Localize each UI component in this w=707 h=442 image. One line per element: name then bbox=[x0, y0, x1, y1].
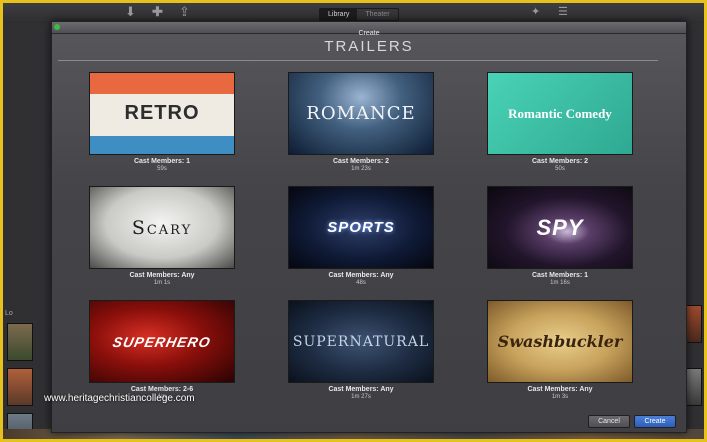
trailer-tile-romance[interactable]: ROMANCE Cast Members: 2 1m 23s bbox=[288, 72, 434, 173]
tab-theater[interactable]: Theater bbox=[357, 9, 397, 20]
trailer-duration: 59s bbox=[157, 166, 167, 172]
trailer-cast-members: Cast Members: 2 bbox=[332, 158, 390, 165]
trailer-cast-members: Cast Members: Any bbox=[328, 272, 394, 279]
trailer-thumbnail[interactable]: RETRO bbox=[89, 72, 235, 155]
library-section-label: Lo bbox=[5, 310, 13, 317]
trailer-thumbnail[interactable]: Swashbuckler bbox=[487, 300, 633, 383]
trailer-thumbnail[interactable]: ROMANCE bbox=[288, 72, 434, 155]
trailer-cast-members: Cast Members: Any bbox=[328, 386, 394, 393]
trailer-tile-sports[interactable]: SPORTS Cast Members: Any 48s bbox=[288, 186, 434, 287]
clip-thumbnail[interactable] bbox=[7, 368, 33, 406]
trailer-thumbnail[interactable]: SUPERHERO bbox=[89, 300, 235, 383]
app-toolbar: ⬇ ✚ ⇪ Library Theater ✦ ☰ bbox=[3, 3, 704, 23]
trailer-cast-members: Cast Members: 1 bbox=[531, 272, 589, 279]
trailer-thumbnail[interactable]: Romantic Comedy bbox=[487, 72, 633, 155]
library-theater-toggle[interactable]: Library Theater bbox=[319, 8, 399, 21]
library-sidebar-background: Lo bbox=[3, 23, 51, 439]
trailer-title: Scary bbox=[131, 216, 193, 239]
trailer-cast-members: Cast Members: 2 bbox=[531, 158, 589, 165]
trailer-cast-members: Cast Members: Any bbox=[527, 386, 593, 393]
import-icon[interactable]: ⬇ bbox=[125, 5, 136, 19]
trailer-duration: 48s bbox=[356, 280, 366, 286]
tab-library[interactable]: Library bbox=[320, 9, 358, 20]
trailer-title: SPORTS bbox=[327, 219, 395, 236]
trailer-tile-retro[interactable]: RETRO Cast Members: 1 59s bbox=[89, 72, 235, 173]
trailer-duration: 1m 1s bbox=[153, 280, 171, 286]
create-button[interactable]: Create bbox=[634, 415, 676, 428]
trailer-thumbnail[interactable]: SUPERNATURAL bbox=[288, 300, 434, 383]
trailer-duration: 1m 27s bbox=[351, 394, 371, 400]
heading-divider bbox=[58, 60, 658, 61]
trailer-title: Romantic Comedy bbox=[508, 105, 612, 121]
trailer-thumbnail[interactable]: SPY bbox=[487, 186, 633, 269]
trailer-title: ROMANCE bbox=[306, 103, 416, 124]
trailer-cast-members: Cast Members: Any bbox=[129, 272, 195, 279]
trailer-tile-scary[interactable]: Scary Cast Members: Any 1m 1s bbox=[89, 186, 235, 287]
trailer-duration: 1m 16s bbox=[550, 280, 570, 286]
adjustments-icon[interactable]: ☰ bbox=[558, 5, 568, 19]
trailer-cast-members: Cast Members: 1 bbox=[133, 158, 191, 165]
clip-thumbnail[interactable] bbox=[7, 323, 33, 361]
trailer-duration: 1m 23s bbox=[351, 166, 371, 172]
trailer-thumbnail[interactable]: SPORTS bbox=[288, 186, 434, 269]
window-zoom-button[interactable] bbox=[54, 24, 60, 30]
trailer-duration: 50s bbox=[555, 166, 565, 172]
trailer-title: Swashbuckler bbox=[497, 332, 623, 351]
trailer-tile-spy[interactable]: SPY Cast Members: 1 1m 16s bbox=[487, 186, 633, 287]
trailer-title: RETRO bbox=[124, 102, 200, 124]
trailer-tile-romantic-comedy[interactable]: Romantic Comedy Cast Members: 2 50s bbox=[487, 72, 633, 173]
trailer-tile-swashbuckler[interactable]: Swashbuckler Cast Members: Any 1m 3s bbox=[487, 300, 633, 401]
trailer-duration: 1m 3s bbox=[551, 394, 569, 400]
trailer-tile-supernatural[interactable]: SUPERNATURAL Cast Members: Any 1m 27s bbox=[288, 300, 434, 401]
trailer-thumbnail[interactable]: Scary bbox=[89, 186, 235, 269]
dialog-titlebar: Create bbox=[52, 22, 686, 37]
cancel-button[interactable]: Cancel bbox=[588, 415, 630, 428]
trailer-title: SUPERHERO bbox=[111, 333, 213, 350]
app-window: ⬇ ✚ ⇪ Library Theater ✦ ☰ Lo Create TRAI… bbox=[3, 3, 704, 439]
dialog-title: Create bbox=[358, 30, 380, 37]
trailer-title: SPY bbox=[536, 214, 584, 240]
trailer-title: SUPERNATURAL bbox=[292, 333, 430, 350]
trailer-tile-superhero[interactable]: SUPERHERO Cast Members: 2-6 1m bbox=[89, 300, 235, 401]
trailers-heading: TRAILERS bbox=[324, 38, 414, 55]
magic-wand-icon[interactable]: ✦ bbox=[531, 5, 540, 19]
create-dialog: Create TRAILERS RETRO Cast Members: 1 59… bbox=[51, 21, 687, 433]
share-icon[interactable]: ⇪ bbox=[179, 5, 190, 19]
add-icon[interactable]: ✚ bbox=[152, 5, 163, 19]
watermark-text: www.heritagechristiancollege.com bbox=[44, 393, 195, 404]
